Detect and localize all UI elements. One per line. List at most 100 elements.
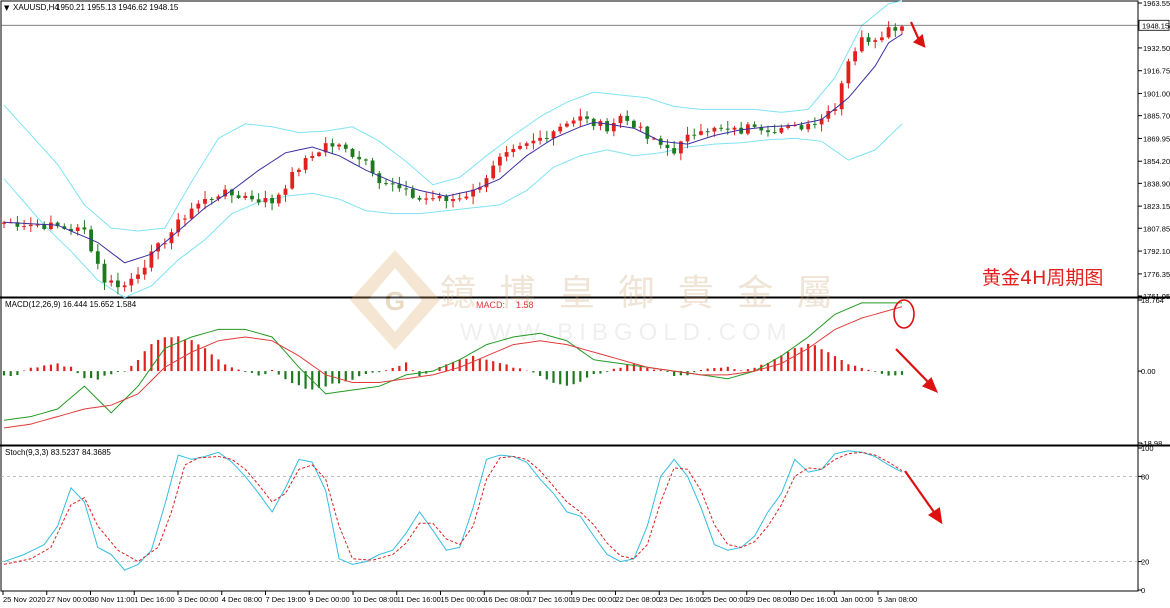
candle-body [136,274,140,279]
candle-body [42,224,47,229]
candle-body [544,137,549,139]
candle-body [437,196,442,199]
time-axis-label: 3 Dec 00:00 [178,595,218,604]
candle-body [183,218,187,220]
candle-body [303,158,308,170]
macd-legend: MACD(12,26,9) 16.444 15.652 1.584 [5,300,137,309]
time-axis-label: 25 Dec 00:00 [703,595,748,604]
moving-average-line [3,33,903,264]
candle-body [270,198,274,204]
macd-axis-label: 18.764 [1141,296,1164,305]
candle-body [444,196,449,201]
macd-crossover-circle [893,299,915,329]
candle-body [189,208,194,219]
candle-body [142,267,147,275]
candle-body [390,183,395,185]
candle-body [524,143,529,146]
stoch-d-line [3,451,903,565]
price-axis-label: 1823.15 [1143,202,1170,211]
candle-body [49,222,53,229]
candle-body [330,143,335,147]
stoch-axis-label: 100 [1141,444,1154,453]
candle-body [585,116,589,119]
chart-title-cn: 黄金4H周期图 [982,267,1103,289]
candle-body [370,160,375,174]
candle-body [880,37,884,41]
candle-body [531,140,536,144]
candle-body [504,152,509,157]
watermark: G 鐿 博 皇 御 貴 金 屬 WWW.BIBGOLD.COM [350,250,833,350]
time-axis-label: 22 Dec 08:00 [616,595,661,604]
candle-body [343,144,348,149]
candle-body [672,148,676,154]
time-axis-label: 16 Dec 08:00 [484,595,529,604]
candle-body [705,131,710,133]
price-axis-label: 1776.35 [1143,270,1170,279]
candle-body [243,195,248,198]
candle-body [276,194,281,204]
time-axis-label: 19 Dec 00:00 [572,595,617,604]
candle-body [75,227,80,231]
candle-body [377,173,382,184]
candle-body [317,152,321,156]
candle-body [571,120,576,124]
candle-body [685,134,690,142]
candle-body [203,199,207,204]
price-axis-label: 1854.20 [1143,157,1170,166]
candle-body [578,116,583,121]
candle-body [699,131,703,135]
candle-body [739,127,744,134]
price-axis-label: 1963.55 [1143,0,1170,8]
time-axis-label: 4 Dec 08:00 [222,595,262,604]
candle-body [290,172,295,189]
candle-body [491,165,496,179]
symbol-label: XAUUSD,H4 [13,3,59,12]
candle-body [813,123,817,125]
time-axis-label: 7 Dec 19:00 [266,595,306,604]
candle-body [692,134,697,136]
macd-overlay-label: MACD: [476,300,505,310]
candle-body [404,188,408,190]
price-axis-label: 1901.00 [1143,90,1170,99]
candle-body [645,126,650,139]
candle-body [102,263,107,283]
candle-body [605,121,609,132]
candle-body [565,123,569,127]
time-axis-label: 30 Dec 16:00 [791,595,836,604]
candle-body [22,226,26,228]
stoch-axis-label: 0 [1141,586,1145,595]
candle-body [859,37,864,52]
candle-body [297,169,301,172]
candle-body [357,156,362,160]
time-axis-label: 10 Dec 08:00 [353,595,398,604]
candle-body [424,198,429,200]
price-axis-label: 1869.95 [1143,134,1170,143]
candle-body [116,280,120,288]
price-axis-label: 1807.85 [1143,224,1170,233]
candle-body [484,178,489,188]
candle-body [498,156,502,166]
candle-body [384,183,388,185]
candle-body [417,197,422,200]
candle-body [95,251,100,264]
candle-body [236,195,241,198]
candle-body [451,199,455,202]
candle-body [625,115,630,121]
candle-body [632,120,636,128]
time-axis-label: 23 Dec 16:00 [659,595,704,604]
arrow-macd [895,348,939,394]
time-axis-label: 30 Nov 11:00 [91,595,135,604]
candle-body [839,83,844,110]
time-axis-label: 27 Nov 00:00 [47,595,92,604]
stoch-layer [1,450,1138,571]
candle-body [196,203,201,209]
candle-body [310,156,315,158]
price-axis-label: 1916.75 [1143,67,1170,76]
last-price-label: 1948.15 [1142,21,1169,30]
candle-body [256,199,261,203]
candle-body [725,128,730,130]
candle-body [518,145,522,149]
time-axis-label: 9 Dec 00:00 [309,595,349,604]
candle-body [766,130,770,133]
candle-body [109,280,114,283]
